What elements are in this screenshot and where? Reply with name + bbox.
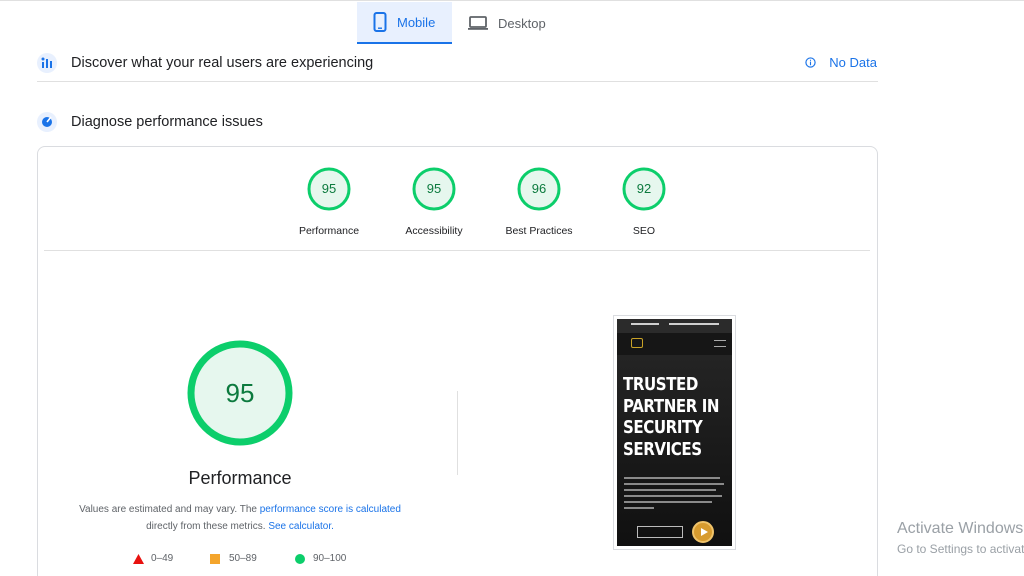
windows-watermark-subtitle: Go to Settings to activate Windows. — [897, 542, 1024, 556]
page-screenshot-thumbnail[interactable]: TRUSTED PARTNER IN SECURITY SERVICES — [613, 315, 736, 550]
hero-line: TRUSTED — [623, 375, 698, 395]
gauge-ring: 95 — [307, 167, 351, 211]
gauge-best-practices[interactable]: 96 Best Practices — [489, 167, 589, 237]
tab-desktop[interactable]: Desktop — [452, 2, 560, 44]
main-gauge-score: 95 — [225, 378, 255, 408]
gauge-performance[interactable]: 95 Performance — [279, 167, 379, 237]
screenshot-screen: TRUSTED PARTNER IN SECURITY SERVICES — [617, 319, 732, 546]
tab-mobile-label: Mobile — [397, 14, 436, 30]
hero-line: SERVICES — [623, 439, 702, 460]
gauge-score: 96 — [531, 181, 547, 196]
legend-pass-range: 90–100 — [313, 553, 347, 564]
lab-data-header: Diagnose performance issues — [37, 108, 878, 136]
gauge-label: Performance — [298, 225, 360, 237]
note-text-1: Values are estimated and may vary. The — [79, 504, 260, 515]
device-tabs: Mobile Desktop — [357, 2, 560, 44]
note-text-2: directly from these metrics. — [146, 521, 269, 532]
play-icon — [692, 521, 714, 543]
score-legend: 0–49 50–89 90–100 — [133, 552, 393, 566]
hero-headline: TRUSTED PARTNER IN SECURITY SERVICES — [623, 375, 720, 461]
tab-mobile[interactable]: Mobile — [357, 2, 452, 44]
category-gauges: 95 Performance 95 Accessibility 96 Best … — [266, 167, 666, 237]
hero-cta-button — [637, 526, 683, 538]
gauge-label: Best Practices — [505, 225, 573, 237]
gauge-label: Accessibility — [405, 225, 463, 237]
estimate-note: Values are estimated and may vary. The p… — [66, 501, 414, 535]
lab-data-title: Diagnose performance issues — [71, 114, 263, 130]
windows-watermark-title: Activate Windows — [897, 520, 1024, 537]
tab-desktop-label: Desktop — [498, 15, 546, 31]
vertical-separator — [457, 391, 458, 475]
screenshot-topbar — [617, 319, 732, 333]
pass-circle-icon — [295, 554, 305, 564]
field-data-title: Discover what your real users are experi… — [71, 54, 374, 71]
hero-line: PARTNER IN — [623, 396, 720, 417]
users-chart-icon — [37, 52, 57, 73]
gauges-divider — [44, 250, 870, 251]
fail-triangle-icon — [133, 554, 144, 564]
gauge-label: SEO — [632, 225, 656, 237]
gauge-accessibility[interactable]: 95 Accessibility — [384, 167, 484, 237]
performance-main-gauge: 95 — [187, 340, 293, 446]
gauge-score: 95 — [321, 181, 337, 196]
lighthouse-report-card: 95 Performance 95 Accessibility 96 Best … — [37, 146, 878, 576]
no-data-label: No Data — [829, 55, 877, 70]
no-data-status[interactable]: No Data — [805, 55, 877, 70]
mobile-icon — [373, 12, 387, 32]
average-square-icon — [210, 554, 220, 564]
gauge-ring: 96 — [517, 167, 561, 211]
hero-paragraph — [624, 477, 724, 513]
gauge-score: 92 — [636, 181, 652, 196]
info-icon — [805, 57, 816, 68]
see-calculator-link[interactable]: See calculator. — [268, 521, 334, 532]
gauge-seo[interactable]: 92 SEO — [594, 167, 694, 237]
diagnose-icon — [37, 112, 57, 132]
gauge-score: 95 — [426, 181, 442, 196]
hero-line: SECURITY — [623, 418, 703, 438]
gauge-ring: 92 — [622, 167, 666, 211]
legend-average-range: 50–89 — [229, 553, 257, 564]
gauge-ring: 95 — [412, 167, 456, 211]
site-logo-icon — [631, 338, 643, 348]
performance-score-link[interactable]: performance score is calculated — [260, 504, 401, 515]
desktop-icon — [468, 16, 488, 30]
field-data-header: Discover what your real users are experi… — [37, 44, 878, 82]
legend-fail-range: 0–49 — [151, 553, 174, 564]
main-gauge-label: Performance — [188, 468, 292, 488]
hamburger-menu-icon — [714, 340, 726, 347]
